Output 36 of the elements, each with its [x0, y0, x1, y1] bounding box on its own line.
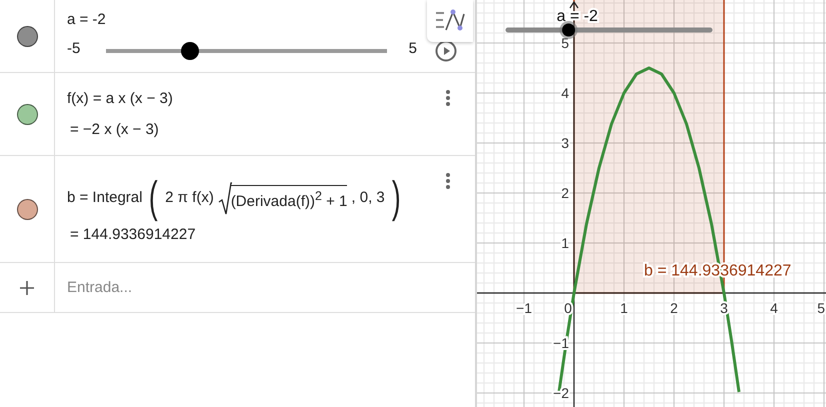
x-tick-label: 2 [670, 300, 678, 316]
integral-value: = 144.9336914227 [69, 226, 196, 242]
visibility-dot[interactable] [16, 26, 38, 46]
integral-limits: , 0, 3 [351, 189, 385, 206]
close-parenthesis: ) [392, 176, 400, 220]
x-tick-label: 1 [620, 300, 628, 316]
graph-slider-track[interactable] [506, 21, 712, 39]
y-tick-label: −2 [553, 385, 569, 401]
y-tick-label: 3 [561, 135, 569, 151]
graph-slider-thumb[interactable] [560, 21, 578, 39]
x-tick-label: −1 [516, 300, 532, 316]
integrand-factor: 2 π f(x) [165, 189, 214, 206]
more-menu-icon[interactable] [445, 172, 451, 190]
y-tick-label: 1 [561, 235, 569, 251]
slider-min: -5 [67, 40, 80, 56]
function-value: = −2 x (x − 3) [69, 121, 159, 138]
x-tick-label: 4 [770, 300, 778, 316]
open-parenthesis: ( [149, 176, 158, 220]
style-bar-toggle-button[interactable] [427, 0, 473, 42]
plus-icon[interactable] [19, 280, 35, 296]
slider-max: 5 [408, 40, 417, 56]
square-root-icon [218, 182, 232, 216]
more-menu-icon[interactable] [445, 89, 451, 107]
y-tick-label: 4 [561, 85, 569, 101]
slider-thumb[interactable] [181, 42, 200, 60]
radicand: (Derivada(f))$^{2}$ + 1 [230, 185, 348, 210]
y-tick-label: 2 [561, 185, 569, 201]
integral-name: b = Integral [67, 189, 142, 206]
x-tick-label: 5 [817, 300, 825, 316]
slider-definition: a = -2 [67, 10, 106, 28]
visibility-dot[interactable] [16, 198, 38, 220]
input-field[interactable]: Entrada... [55, 263, 475, 312]
visibility-dot[interactable] [16, 104, 38, 124]
y-tick-label: 5 [561, 35, 569, 51]
function-definition: f(x) = a x (x − 3) [67, 90, 173, 107]
play-icon[interactable] [435, 40, 457, 62]
